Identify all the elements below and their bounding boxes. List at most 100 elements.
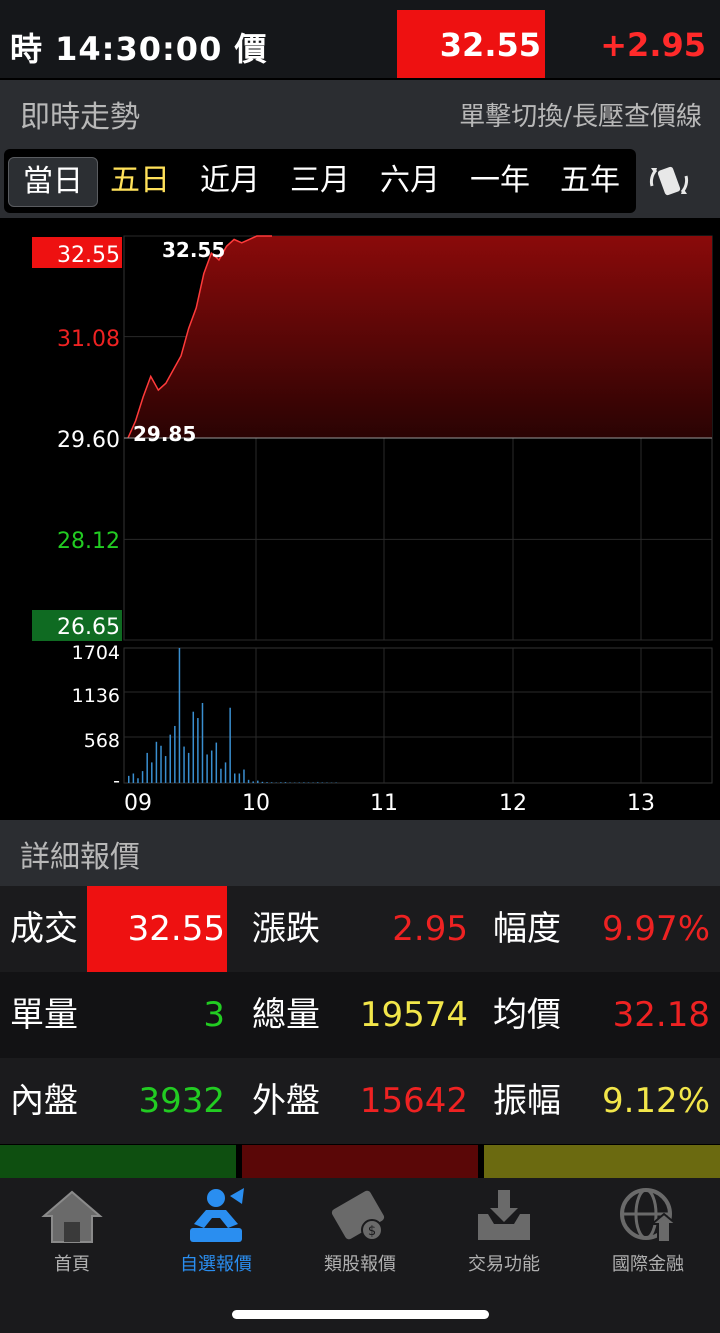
volume-bar xyxy=(284,782,287,783)
tab-five-year[interactable]: 五年 xyxy=(546,157,634,205)
volume-bar xyxy=(303,782,305,783)
volume-bar xyxy=(146,752,148,783)
avg-price-value: 32.18 xyxy=(612,995,710,1035)
trade-price-value: 32.55 xyxy=(127,909,225,949)
percent-value: 9.97% xyxy=(601,909,710,949)
volume-bar xyxy=(210,750,213,783)
x-tick-12: 12 xyxy=(499,791,527,816)
volume-bar xyxy=(243,769,245,783)
volume-bar xyxy=(280,782,282,783)
volume-bar xyxy=(155,741,158,783)
bid-volume-label: 內盤 xyxy=(10,1081,78,1121)
watchlist-icon xyxy=(190,1188,244,1242)
volume-bar xyxy=(270,782,273,783)
volume-bar xyxy=(266,782,268,783)
quote-row-3: 內盤 3932 外盤 15642 振幅 9.12% xyxy=(0,1058,720,1144)
volume-bar xyxy=(229,707,231,783)
volume-bar xyxy=(151,762,153,783)
volume-bar xyxy=(137,778,139,783)
total-volume-label: 總量 xyxy=(252,995,320,1035)
detail-section-header: 詳細報價 xyxy=(0,820,720,886)
total-volume-value: 19574 xyxy=(359,995,468,1035)
volume-bar xyxy=(174,725,176,783)
tab-today[interactable]: 當日 xyxy=(8,157,98,207)
tab-one-year[interactable]: 一年 xyxy=(456,157,544,205)
tab-three-month[interactable]: 三月 xyxy=(276,157,364,205)
low-marker-label: 29.85 xyxy=(133,422,196,446)
price-tick-2: 31.08 xyxy=(57,327,120,352)
price-change: +2.95 xyxy=(600,26,706,64)
price-tick-low: 26.65 xyxy=(57,615,120,640)
volume-bar xyxy=(215,742,218,783)
reference-cell xyxy=(484,1145,720,1178)
nav-sector-label: 類股報價 xyxy=(324,1254,396,1275)
last-price-box: 32.55 xyxy=(397,10,545,78)
avg-price-label: 均價 xyxy=(493,995,561,1035)
price-tick-high: 32.55 xyxy=(57,243,120,268)
volume-bar xyxy=(128,775,130,783)
change-label: 漲跌 xyxy=(252,909,320,949)
home-icon xyxy=(41,1190,103,1243)
trend-section-hint: 單擊切換/長壓查價線 xyxy=(459,102,702,132)
nav-home[interactable]: 首頁 xyxy=(0,1184,144,1275)
volume-bar xyxy=(132,773,135,783)
tab-five-day[interactable]: 五日 xyxy=(96,157,184,205)
bid-volume-value: 3932 xyxy=(138,1081,225,1121)
tab-month[interactable]: 近月 xyxy=(186,157,274,205)
volume-bar xyxy=(178,648,181,783)
nav-watchlist-label: 自選報價 xyxy=(180,1254,252,1275)
volume-bar xyxy=(220,768,222,783)
nav-watchlist[interactable]: 自選報價 xyxy=(144,1184,288,1275)
price-tick-ref: 29.60 xyxy=(57,428,120,453)
volume-bar xyxy=(169,734,171,783)
volume-bar xyxy=(252,781,254,783)
home-indicator xyxy=(232,1310,489,1319)
trade-label: 成交 xyxy=(10,909,78,949)
quote-row-1: 成交 32.55 漲跌 2.95 幅度 9.97% xyxy=(0,886,720,972)
high-marker-label: 32.55 xyxy=(162,238,225,262)
price-area xyxy=(128,236,712,438)
intraday-chart[interactable]: 32.55 31.08 29.60 28.12 26.65 32.55 29.8… xyxy=(0,222,720,820)
volume-bar xyxy=(238,773,241,783)
tick-volume-value: 3 xyxy=(203,995,225,1035)
volume-bar xyxy=(141,771,144,783)
rotate-screen-icon[interactable] xyxy=(646,160,692,204)
time-price-label: 時 14:30:00 價 xyxy=(10,30,268,68)
volume-tick-3: 568 xyxy=(84,730,120,752)
tab-six-month[interactable]: 六月 xyxy=(366,157,454,205)
ask-volume-label: 外盤 xyxy=(252,1081,320,1121)
detail-section-title: 詳細報價 xyxy=(20,840,140,875)
quote-header: 時 14:30:00 價 32.55 +2.95 xyxy=(0,0,720,78)
x-tick-13: 13 xyxy=(627,791,655,816)
nav-sector[interactable]: $ 類股報價 xyxy=(288,1184,432,1275)
sector-film-icon: $ xyxy=(331,1190,385,1241)
volume-bar xyxy=(257,780,259,783)
volume-bar xyxy=(206,754,208,783)
volume-bar xyxy=(160,745,162,783)
volume-bar xyxy=(187,752,190,783)
percent-label: 幅度 xyxy=(493,909,561,949)
volume-bar xyxy=(234,773,236,783)
nav-trade-label: 交易功能 xyxy=(468,1254,540,1275)
tick-volume-label: 單量 xyxy=(10,995,78,1035)
nav-global[interactable]: 國際金融 xyxy=(576,1184,720,1275)
volume-bar xyxy=(201,702,204,783)
nav-home-label: 首頁 xyxy=(54,1254,90,1275)
ask-volume-value: 15642 xyxy=(359,1081,468,1121)
x-tick-10: 10 xyxy=(242,791,270,816)
volume-bar xyxy=(224,762,227,783)
x-tick-09: 09 xyxy=(124,791,152,816)
intraday-chart-svg: 32.55 31.08 29.60 28.12 26.65 32.55 29.8… xyxy=(32,235,713,816)
nav-trade[interactable]: 交易功能 xyxy=(432,1184,576,1275)
quote-row-2: 單量 3 總量 19574 均價 32.18 xyxy=(0,972,720,1058)
volume-bar xyxy=(316,782,319,783)
volume-tick-2: 1136 xyxy=(72,685,120,707)
limit-up-cell xyxy=(242,1145,478,1178)
nav-global-label: 國際金融 xyxy=(612,1254,684,1275)
trade-inbox-icon xyxy=(478,1190,530,1240)
limit-down-cell xyxy=(0,1145,236,1178)
trend-section-title: 即時走勢 xyxy=(20,100,140,135)
volume-bar xyxy=(197,718,199,783)
x-tick-11: 11 xyxy=(370,791,398,816)
amplitude-value: 9.12% xyxy=(601,1081,710,1121)
